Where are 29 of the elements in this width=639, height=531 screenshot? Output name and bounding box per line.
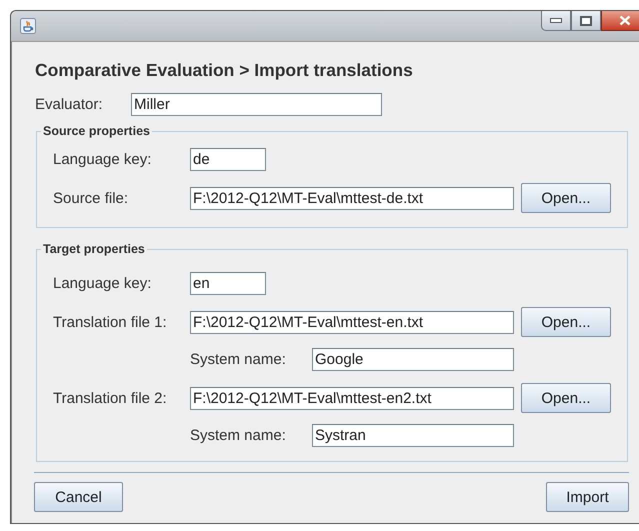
close-icon xyxy=(619,15,631,26)
import-button[interactable]: Import xyxy=(546,482,629,512)
close-button[interactable] xyxy=(601,11,639,31)
group-title: Target properties xyxy=(42,242,146,256)
file-path-field[interactable]: F:\2012-Q12\MT-Eval\mttest-de.txt xyxy=(190,186,514,210)
field-label: Language key: xyxy=(53,151,152,168)
dialog-heading: Comparative Evaluation > Import translations xyxy=(35,60,414,81)
field-label: Translation file 2: xyxy=(53,390,168,406)
open-button[interactable]: Open... xyxy=(521,307,611,337)
field-label: Source file: xyxy=(53,190,130,206)
cancel-button[interactable]: Cancel xyxy=(34,482,123,512)
maximize-button[interactable] xyxy=(571,11,601,31)
minimize-button[interactable] xyxy=(541,11,571,31)
file-path-field[interactable]: F:\2012-Q12\MT-Eval\mttest-en2.txt xyxy=(190,386,514,410)
language-key-field[interactable]: en xyxy=(190,272,266,295)
system-name-field[interactable]: Google xyxy=(312,348,514,371)
group-title: Source properties xyxy=(42,124,151,138)
field-label: System name: xyxy=(190,427,287,444)
field-label: Evaluator: xyxy=(35,96,104,113)
open-button[interactable]: Open... xyxy=(521,383,611,413)
field-label: Language key: xyxy=(53,275,152,292)
field-label: Translation file 1: xyxy=(53,314,168,330)
file-path-field[interactable]: F:\2012-Q12\MT-Eval\mttest-en.txt xyxy=(190,310,514,334)
cup-icon xyxy=(20,18,36,34)
open-button[interactable]: Open... xyxy=(521,183,611,213)
system-name-field[interactable]: Systran xyxy=(312,424,514,447)
evaluator-field[interactable]: Miller xyxy=(131,93,382,116)
field-label: System name: xyxy=(190,351,287,368)
language-key-field[interactable]: de xyxy=(190,148,266,171)
